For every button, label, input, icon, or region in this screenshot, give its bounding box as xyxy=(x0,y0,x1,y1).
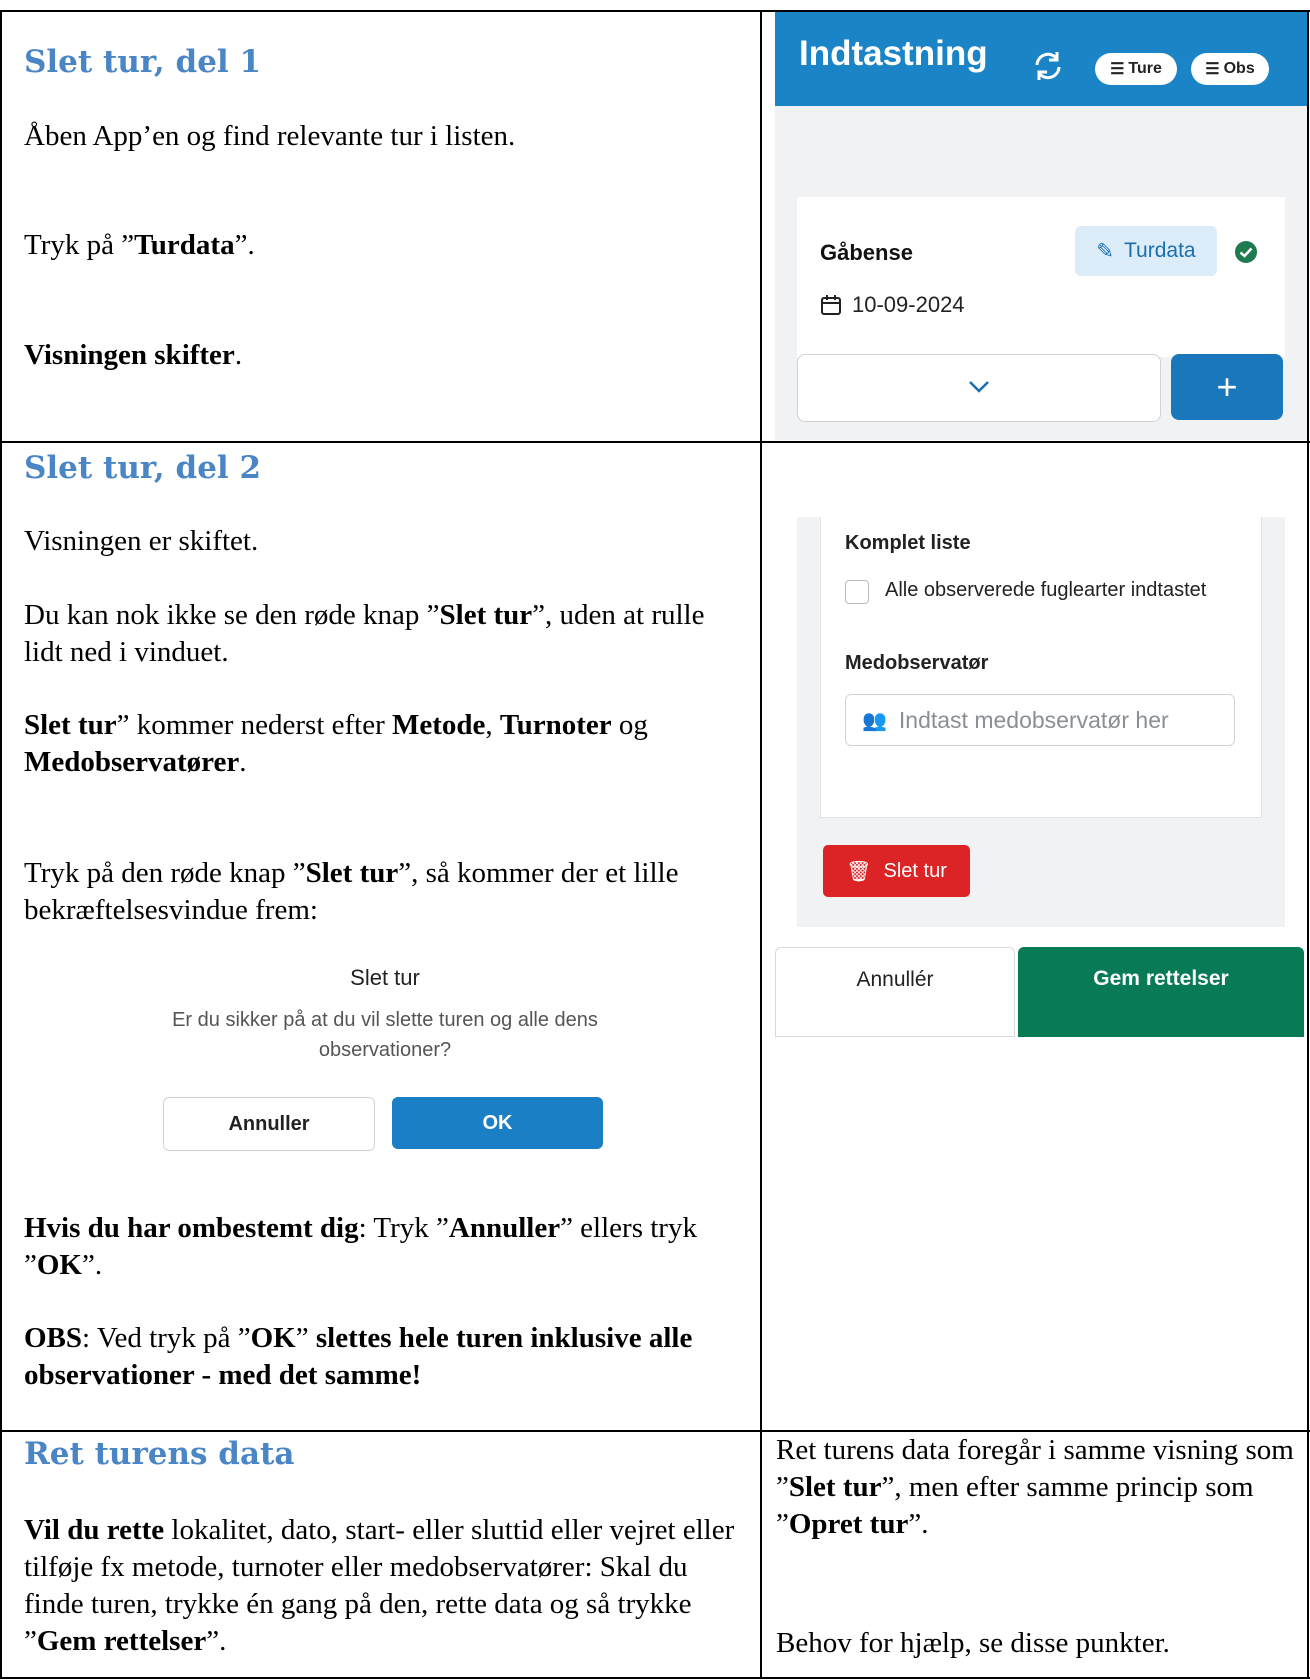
checkbox-label: Alle observerede fuglearter indtastet xyxy=(885,579,1207,601)
add-observation-button[interactable]: + xyxy=(1171,354,1283,420)
paragraph: Visningen skifter. xyxy=(24,339,243,371)
warning-paragraph: OBS: Ved tryk på ”OK” slettes hele turen… xyxy=(24,1322,693,1391)
trash-icon: 🗑 xyxy=(846,860,872,883)
app-screenshot-trip-list: Indtastning ☰ Ture ☰ Obs Gåbense ✎ Turdata … xyxy=(775,12,1307,440)
section-heading-slet-tur-2: Slet tur, del 2 xyxy=(24,450,262,486)
trip-date: 10-09-2024 xyxy=(820,292,965,318)
table-border-bottom xyxy=(0,1677,1310,1679)
calendar-icon xyxy=(821,295,841,315)
check-circle-icon xyxy=(1235,241,1257,263)
annuller-button[interactable]: Annullér xyxy=(775,947,1015,1037)
chevron-down-icon xyxy=(969,381,989,393)
trip-card[interactable] xyxy=(797,197,1285,357)
paragraph: Åben App’en og find relevante tur i list… xyxy=(24,120,516,152)
sort-icon: ☰ xyxy=(1205,61,1220,78)
paragraph: Slet tur” kommer nederst efter Metode, T… xyxy=(24,709,648,778)
complete-list-checkbox[interactable] xyxy=(845,580,869,604)
column-divider xyxy=(760,10,762,1679)
help-paragraph: Behov for hjælp, se disse punkter. xyxy=(776,1627,1170,1659)
sort-icon: ☰ xyxy=(1110,61,1125,78)
gem-rettelser-button[interactable]: Gem rettelser xyxy=(1018,947,1304,1037)
row-divider-1 xyxy=(0,441,1310,443)
table-border-left xyxy=(0,10,2,1679)
section-heading-ret-turens-data: Ret turens data xyxy=(24,1436,295,1472)
paragraph: Du kan nok ikke se den røde knap ”Slet t… xyxy=(24,599,705,668)
paragraph: Visningen er skiftet. xyxy=(24,525,259,557)
app-bar: Indtastning ☰ Ture ☰ Obs xyxy=(775,12,1307,106)
section-heading-slet-tur-1: Slet tur, del 1 xyxy=(24,44,262,80)
paragraph: Hvis du har ombestemt dig: Tryk ”Annulle… xyxy=(24,1212,697,1281)
dialog-title: Slet tur xyxy=(350,965,420,990)
sync-icon[interactable] xyxy=(1030,48,1066,84)
turdata-button[interactable]: ✎ Turdata xyxy=(1075,226,1217,276)
paragraph: Tryk på ”Turdata”. xyxy=(24,229,255,261)
paragraph: Ret turens data foregår i samme visning … xyxy=(776,1434,1294,1540)
medobservator-label: Medobservatør xyxy=(845,652,989,674)
people-icon: 👥 xyxy=(862,709,887,732)
dialog-cancel-button[interactable]: Annuller xyxy=(163,1097,375,1151)
trip-name: Gåbense xyxy=(820,240,913,265)
app-screenshot-edit-trip: Komplet liste Alle observerede fuglearte… xyxy=(775,517,1307,1037)
paragraph: Tryk på den røde knap ”Slet tur”, så kom… xyxy=(24,857,679,926)
edit-icon: ✎ xyxy=(1096,239,1114,263)
expand-dropdown[interactable] xyxy=(797,354,1161,422)
obs-filter-button[interactable]: ☰ Obs xyxy=(1191,53,1269,85)
slet-tur-button[interactable]: 🗑 Slet tur xyxy=(823,845,970,897)
ture-filter-button[interactable]: ☰ Ture xyxy=(1095,53,1177,85)
dialog-message: Er du sikker på at du vil slette turen o… xyxy=(172,1009,598,1061)
table-border-right xyxy=(1307,10,1309,1679)
medobservator-input[interactable]: 👥 Indtast medobservatør her xyxy=(845,694,1235,746)
dialog-ok-button[interactable]: OK xyxy=(392,1097,603,1149)
paragraph: Vil du rette lokalitet, dato, start- ell… xyxy=(24,1514,735,1657)
komplet-liste-label: Komplet liste xyxy=(845,532,971,554)
app-title: Indtastning xyxy=(799,34,988,73)
